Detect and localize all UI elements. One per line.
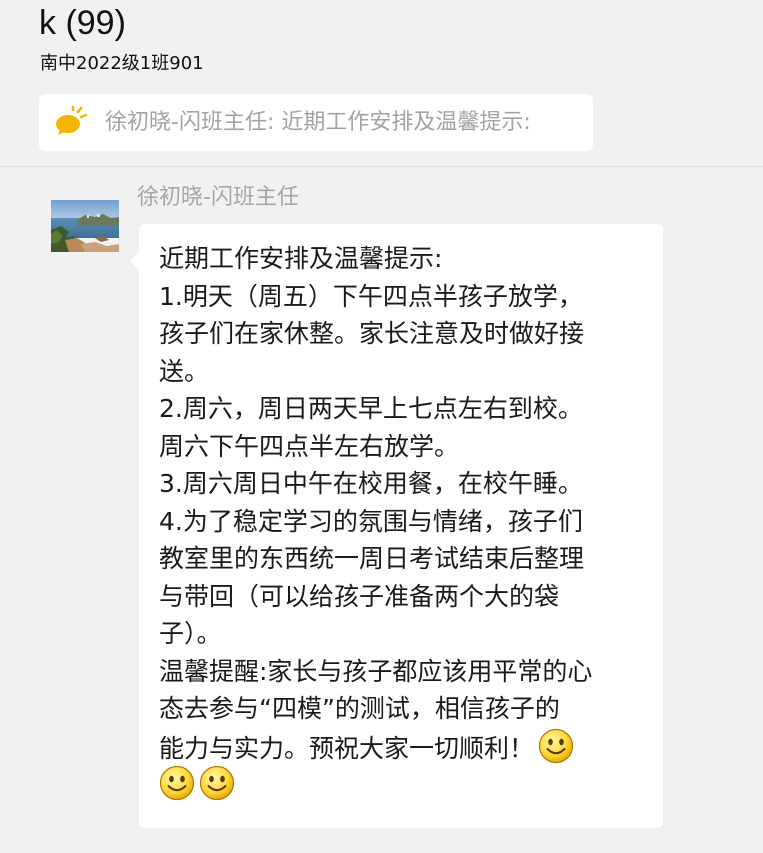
pinned-announcement-text: 徐初晓-闪班主任: 近期工作安排及温馨提示: [105,110,531,135]
message-line: 周六下午四点半左右放学。 [159,431,460,461]
message-line: 1.明天（周五）下午四点半孩子放学， [159,281,583,311]
pinned-announcement[interactable]: 徐初晓-闪班主任: 近期工作安排及温馨提示: [39,94,593,151]
smile-emoji-icon [538,728,574,764]
message-text: 近期工作安排及温馨提示: 1.明天（周五）下午四点半孩子放学， 孩子们在家休整。… [159,240,659,803]
message-line: 与带回（可以给孩子准备两个大的袋 [159,581,560,611]
message-line: 子）。 [159,619,222,648]
chat-subtitle: 南中2022级1班901 [40,53,204,74]
message-sender-name: 徐初晓-闪班主任 [137,185,299,210]
message-line: 态去参与“四模”的测试，相信孩子的 [159,694,560,723]
message-line-with-emoji: 能力与实力。预祝大家一切顺利！ [159,728,659,766]
smile-emoji-icon [159,765,195,801]
message-line: 送。 [159,356,210,386]
emoji-line [159,765,659,803]
message-line: 能力与实力。预祝大家一切顺利！ [159,733,535,763]
message-line: 孩子们在家休整。家长注意及时做好接 [159,319,585,348]
message-line: 3.周六周日中午在校用餐，在校午睡。 [159,469,583,498]
message-line: 温馨提醒:家长与孩子都应该用平常的心 [159,656,593,686]
message-line: 2.周六，周日两天早上七点左右到校。 [159,394,583,423]
message-line: 教室里的东西统一周日考试结束后整理 [159,544,585,573]
avatar[interactable] [51,200,119,252]
chat-title: k (99) [39,4,126,42]
smile-emoji-icon [199,765,235,801]
message-line: 4.为了稳定学习的氛围与情绪，孩子们 [159,506,583,536]
message-bubble[interactable]: 近期工作安排及温馨提示: 1.明天（周五）下午四点半孩子放学， 孩子们在家休整。… [130,224,663,828]
announcement-icon [54,105,88,136]
chat-header: k (99) 南中2022级1班901 徐初晓-闪班主任: 近期工作安排及温馨提… [0,0,763,167]
message-line: 近期工作安排及温馨提示: [159,244,443,273]
